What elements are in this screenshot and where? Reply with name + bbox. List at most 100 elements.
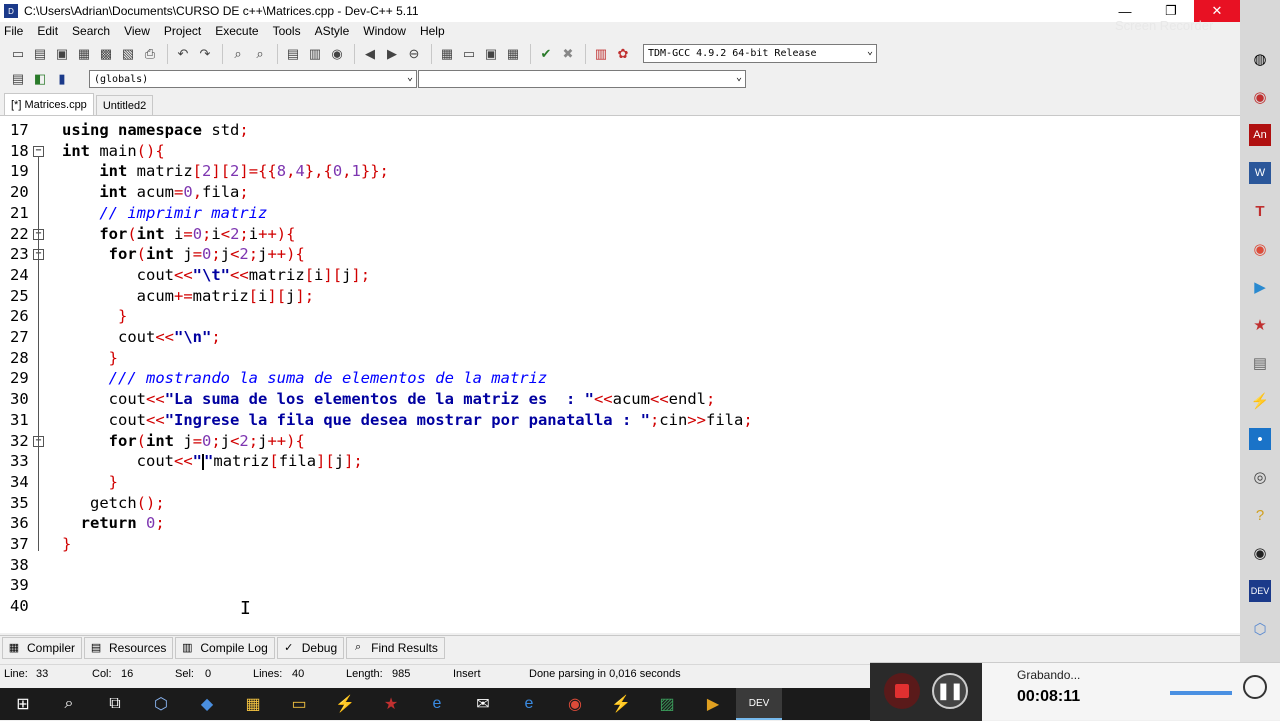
camera-app-icon[interactable]: ◉ — [1249, 542, 1271, 564]
close-all-icon[interactable]: ▧ — [118, 44, 138, 64]
code-line[interactable]: 37} — [0, 534, 1240, 555]
stop-recording-button[interactable] — [884, 673, 920, 709]
recorder-app-icon[interactable]: ◉ — [1249, 86, 1271, 108]
menu-window[interactable]: Window — [363, 24, 406, 38]
code-line[interactable]: 19 int matriz[2][2]={{8,4},{0,1}}; — [0, 161, 1240, 182]
devcpp-icon[interactable]: DEV — [1249, 580, 1271, 602]
scope-select[interactable]: (globals) ⌄ — [89, 70, 417, 88]
indent-icon[interactable]: ▤ — [283, 44, 303, 64]
syntax-check-icon[interactable]: ✔ — [536, 44, 556, 64]
search-icon[interactable]: ⌕ — [46, 688, 92, 720]
goto-line-icon[interactable]: ▥ — [305, 44, 325, 64]
code-line[interactable]: 18− int main(){ — [0, 141, 1240, 162]
code-line[interactable]: 32− for(int j=0;j<2;j++){ — [0, 431, 1240, 452]
code-line[interactable]: 39 — [0, 575, 1240, 596]
print-icon[interactable]: ⎙ — [140, 44, 160, 64]
code-line[interactable]: 34 } — [0, 472, 1240, 493]
tab-find-results[interactable]: ⌕ Find Results — [346, 636, 445, 659]
save-icon[interactable]: ▣ — [52, 44, 72, 64]
code-line[interactable]: 25 acum+=matriz[i][j]; — [0, 286, 1240, 307]
goto-definition-icon[interactable]: ▮ — [52, 69, 72, 89]
help-app-icon[interactable]: ? — [1249, 504, 1271, 526]
run-icon[interactable]: ▭ — [459, 44, 479, 64]
code-line[interactable]: 38 — [0, 555, 1240, 576]
task-view-icon[interactable]: ⧉ — [92, 688, 138, 720]
code-line[interactable]: 22− for(int i=0;i<2;i++){ — [0, 224, 1240, 245]
code-line[interactable]: 24 cout<<"\t"<<matriz[i][j]; — [0, 265, 1240, 286]
webcam-icon[interactable] — [1243, 675, 1267, 699]
symbol-select[interactable]: ⌄ — [418, 70, 746, 88]
tab-compiler[interactable]: ▦ Compiler — [2, 636, 83, 659]
dropbox-icon[interactable]: ◆ — [184, 688, 230, 720]
file-explorer-icon[interactable]: ▭ — [276, 688, 322, 720]
media-app-icon[interactable]: ▶ — [690, 688, 736, 720]
back-icon[interactable]: ◀ — [360, 44, 380, 64]
code-line[interactable]: 27 cout<<"\n"; — [0, 327, 1240, 348]
code-line[interactable]: 23− for(int j=0;j<2;j++){ — [0, 244, 1240, 265]
redo-icon[interactable]: ↷ — [195, 44, 215, 64]
compiler-select[interactable]: TDM-GCC 4.9.2 64-bit Release ⌄ — [643, 44, 877, 63]
image-app-icon[interactable]: ▨ — [644, 688, 690, 720]
code-line[interactable]: 17 using namespace std; — [0, 120, 1240, 141]
globe-icon[interactable]: ◍ — [1249, 48, 1271, 70]
close-file-icon[interactable]: ▩ — [96, 44, 116, 64]
stop-execution-icon[interactable]: ✖ — [558, 44, 578, 64]
media-player-icon[interactable]: ▶ — [1249, 276, 1271, 298]
goto-declaration-icon[interactable]: ◧ — [30, 69, 50, 89]
compile-run-icon[interactable]: ▣ — [481, 44, 501, 64]
word-icon[interactable]: W — [1249, 162, 1271, 184]
volume-slider[interactable] — [1170, 691, 1232, 695]
forward-icon[interactable]: ▶ — [382, 44, 402, 64]
toggle-bookmark-icon[interactable]: ◉ — [327, 44, 347, 64]
mail-icon[interactable]: ✉ — [460, 688, 506, 720]
tab-debug[interactable]: ✓ Debug — [276, 636, 345, 659]
visual-studio-icon[interactable]: ⚡ — [322, 688, 368, 720]
pause-recording-button[interactable]: ❚❚ — [932, 673, 968, 709]
chrome-icon[interactable]: ◉ — [1249, 238, 1271, 260]
blue-app-icon[interactable]: • — [1249, 428, 1271, 450]
text-app-icon[interactable]: T — [1249, 200, 1271, 222]
chart-icon[interactable]: ▥ — [591, 44, 611, 64]
tab-matrices-cpp[interactable]: [*] Matrices.cpp — [4, 93, 94, 115]
code-line[interactable]: 29 /// mostrando la suma de elementos de… — [0, 368, 1240, 389]
tab-untitled2[interactable]: Untitled2 — [95, 95, 154, 115]
edge-browser-icon[interactable]: e — [506, 688, 552, 720]
tab-resources[interactable]: ▤ Resources — [84, 636, 174, 659]
code-line[interactable]: 35 getch(); — [0, 493, 1240, 514]
menu-tools[interactable]: Tools — [273, 24, 301, 38]
lightning-app-icon[interactable]: ⚡ — [1249, 390, 1271, 412]
code-line[interactable]: 30 cout<<"La suma de los elementos de la… — [0, 389, 1240, 410]
rebuild-icon[interactable]: ▦ — [503, 44, 523, 64]
fold-toggle-icon[interactable]: − — [33, 145, 44, 157]
edge-icon[interactable]: e — [414, 688, 460, 720]
code-line[interactable]: 26 } — [0, 306, 1240, 327]
tab-compile-log[interactable]: ▥ Compile Log — [175, 636, 275, 659]
store-icon[interactable]: ▦ — [230, 688, 276, 720]
compile-icon[interactable]: ▦ — [437, 44, 457, 64]
undo-icon[interactable]: ↶ — [173, 44, 193, 64]
menu-project[interactable]: Project — [164, 24, 201, 38]
github-icon[interactable]: ◎ — [1249, 466, 1271, 488]
code-editor[interactable]: 17 using namespace std; 18− int main(){19 i… — [0, 115, 1240, 633]
code-line[interactable]: 31 cout<<"Ingrese la fila que desea most… — [0, 410, 1240, 431]
code-line[interactable]: 28 } — [0, 348, 1240, 369]
star-app-icon[interactable]: ★ — [1249, 314, 1271, 336]
menu-execute[interactable]: Execute — [215, 24, 258, 38]
menu-astyle[interactable]: AStyle — [315, 24, 350, 38]
star-taskbar-icon[interactable]: ★ — [368, 688, 414, 720]
menu-view[interactable]: View — [124, 24, 150, 38]
find-icon[interactable]: ⌕ — [228, 44, 248, 64]
code-line[interactable]: 33 cout<<" "matriz[fila][j]; — [0, 451, 1240, 472]
open-folder-icon[interactable]: ▤ — [30, 44, 50, 64]
adobe-icon[interactable]: An — [1249, 124, 1271, 146]
stop-icon[interactable]: ⊖ — [404, 44, 424, 64]
class-browser-icon[interactable]: ▤ — [8, 69, 28, 89]
archive-icon[interactable]: ▤ — [1249, 352, 1271, 374]
cube-app-icon[interactable]: ⬡ — [1249, 618, 1271, 640]
menu-help[interactable]: Help — [420, 24, 445, 38]
save-all-icon[interactable]: ▦ — [74, 44, 94, 64]
replace-icon[interactable]: ⌕ — [250, 44, 270, 64]
chrome-taskbar-icon[interactable]: ◉ — [552, 688, 598, 720]
code-line[interactable]: 21 // imprimir matriz — [0, 203, 1240, 224]
code-line[interactable]: 40 — [0, 596, 1240, 617]
